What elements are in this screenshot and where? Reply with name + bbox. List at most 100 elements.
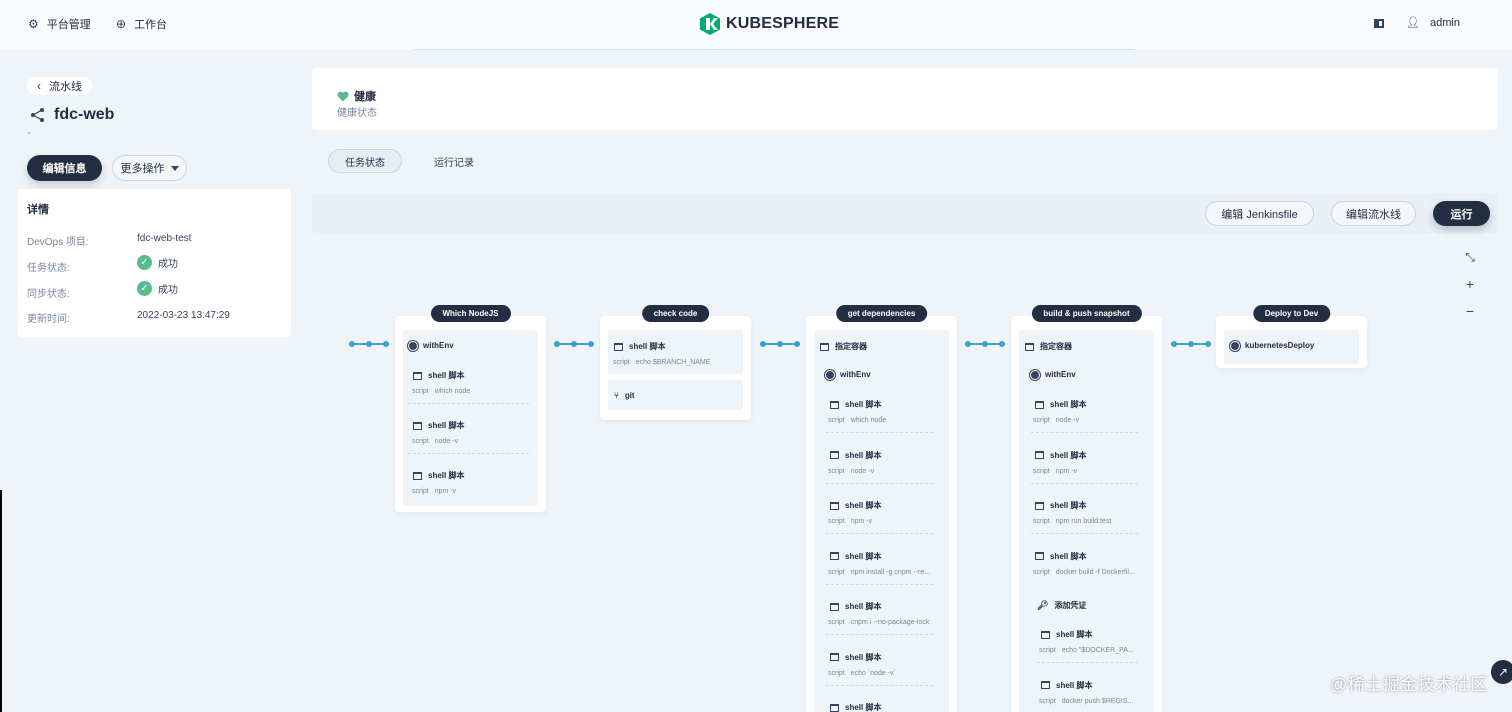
pipeline-name: fdc-web — [54, 106, 115, 123]
step-title: shell 脚本 — [1056, 680, 1093, 690]
connector-dot — [1171, 341, 1177, 347]
withenv-step[interactable]: withEnv — [409, 341, 454, 350]
stage-name[interactable]: Deploy to Dev — [1252, 305, 1331, 322]
shell-step[interactable]: shell 脚本 — [413, 470, 464, 481]
kubesphere-logo[interactable]: KUBESPHERE — [700, 13, 839, 35]
nav-workbench[interactable]: ⊕ 工作台 — [116, 16, 167, 32]
detail-value-updated: 2022-03-23 13:47:29 — [137, 310, 230, 321]
step-title: 指定容器 — [835, 342, 867, 351]
back-to-pipelines-link[interactable]: ‹ 流水线 — [27, 77, 92, 95]
connector-dot — [999, 341, 1005, 347]
terminal-icon — [830, 552, 839, 560]
terminal-icon — [1035, 552, 1044, 560]
step-title: shell 脚本 — [629, 342, 666, 351]
git-step[interactable]: ⑂ git — [614, 391, 635, 400]
step-detail-key: script — [1039, 697, 1056, 705]
step-divider — [1031, 482, 1138, 484]
shell-step[interactable]: shell 脚本 — [1035, 399, 1086, 410]
pipeline-icon — [31, 108, 44, 122]
step-title: shell 脚本 — [428, 371, 465, 380]
run-button[interactable]: 运行 — [1433, 201, 1490, 226]
task-status-text: 成功 — [158, 259, 178, 270]
connector-dot — [777, 341, 783, 347]
heart-icon — [337, 91, 349, 101]
shell-step[interactable]: shell 脚本 — [614, 341, 665, 352]
shell-step[interactable]: shell 脚本 — [1035, 450, 1086, 461]
step-detail-key: script — [1033, 518, 1050, 525]
help-icon[interactable]: ↗ — [1491, 660, 1512, 684]
step-divider — [826, 684, 933, 686]
watermark: @稀土掘金技术社区 — [1330, 675, 1488, 694]
step-detail-value: node -v — [434, 438, 459, 445]
shell-step[interactable]: shell 脚本 — [413, 370, 464, 381]
stage-name[interactable]: Which NodeJS — [430, 305, 511, 322]
shell-step[interactable]: shell 脚本 — [1041, 680, 1092, 691]
step-detail-key: script — [613, 359, 630, 366]
nav-platform-management[interactable]: ⚙ 平台管理 — [28, 16, 91, 32]
shell-step[interactable]: shell 脚本 — [830, 551, 881, 562]
step-title: shell 脚本 — [428, 421, 465, 430]
tab-task-status[interactable]: 任务状态 — [328, 149, 402, 173]
withenv-step[interactable]: withEnv — [826, 370, 871, 379]
edit-info-button[interactable]: 编辑信息 — [27, 155, 102, 181]
terminal-icon — [830, 653, 839, 661]
step-title: shell 脚本 — [845, 501, 882, 510]
zoom-out-icon[interactable]: − — [1462, 303, 1478, 319]
terminal-icon — [830, 703, 839, 712]
edit-jenkinsfile-button[interactable]: 编辑 Jenkinsfile — [1205, 201, 1314, 226]
settings-icon — [1031, 370, 1039, 379]
tab-run-records[interactable]: 运行记录 — [418, 149, 490, 173]
health-title: 健康 — [354, 91, 376, 103]
shell-step[interactable]: shell 脚本 — [830, 601, 881, 612]
step-detail: script which node — [828, 417, 886, 424]
stage-name[interactable]: check code — [641, 305, 710, 322]
step-detail-key: script — [412, 488, 429, 495]
user-menu[interactable]: 👤︎ admin — [1406, 16, 1460, 30]
step-detail-key: script — [1039, 647, 1056, 654]
stage-name[interactable]: build & push snapshot — [1031, 305, 1142, 322]
withenv-step[interactable]: withEnv — [1031, 370, 1076, 379]
terminal-icon — [1035, 501, 1044, 510]
notification-icon[interactable] — [1374, 19, 1384, 28]
shell-step[interactable]: shell 脚本 — [413, 420, 464, 431]
edit-pipeline-button[interactable]: 编辑流水线 — [1331, 201, 1416, 226]
shell-step[interactable]: shell 脚本 — [1041, 629, 1092, 640]
nav-platform-label: 平台管理 — [46, 19, 91, 31]
step-detail-key: script — [828, 568, 845, 576]
more-actions-button[interactable]: 更多操作 — [112, 155, 187, 181]
container-step[interactable]: 指定容器 — [820, 341, 867, 352]
shell-step[interactable]: shell 脚本 — [830, 652, 881, 663]
step-divider — [826, 533, 933, 534]
credential-step[interactable]: 🔑︎ 添加凭证 — [1037, 600, 1086, 611]
step-detail: script docker build -f Dockerfil... — [1033, 569, 1135, 576]
terminal-icon — [830, 501, 839, 510]
detail-label-task-status: 任务状态: — [27, 263, 70, 274]
fit-screen-icon[interactable]: ⤡ — [1462, 250, 1478, 265]
step-detail: script docker push $REGIS... — [1039, 698, 1133, 705]
logo-text: KUBESPHERE — [726, 15, 840, 32]
step-title: git — [624, 391, 635, 400]
shell-step[interactable]: shell 脚本 — [830, 500, 881, 511]
step-detail-value: npm install -g cnpm --re... — [850, 568, 931, 576]
shell-step[interactable]: shell 脚本 — [830, 399, 881, 410]
zoom-in-icon[interactable]: + — [1462, 276, 1478, 292]
top-bar-divider — [413, 49, 1135, 50]
container-step[interactable]: 指定容器 — [1025, 341, 1072, 352]
pipeline-toolbar — [312, 193, 1498, 233]
step-detail-key: script — [412, 388, 429, 395]
terminal-icon — [830, 602, 839, 611]
step-detail: script echo `node -v` — [828, 670, 896, 677]
stage-name[interactable]: get dependencies — [835, 305, 928, 322]
detail-value-sync-status: ✓ 成功 — [137, 281, 178, 296]
step-detail: script node -v — [1033, 417, 1079, 424]
shell-step[interactable]: shell 脚本 — [1035, 551, 1086, 562]
step-detail-value: echo $BRANCH_NAME — [635, 359, 711, 366]
shell-step[interactable]: shell 脚本 — [1035, 500, 1086, 511]
step-divider — [826, 634, 933, 635]
kubesphere-logo-icon — [700, 13, 720, 35]
terminal-icon — [820, 342, 829, 351]
step-detail-value: node -v — [850, 467, 875, 475]
shell-step[interactable]: shell 脚本 — [830, 702, 881, 712]
shell-step[interactable]: shell 脚本 — [830, 450, 881, 461]
kubernetes-deploy-step[interactable]: kubernetesDeploy — [1231, 341, 1314, 350]
